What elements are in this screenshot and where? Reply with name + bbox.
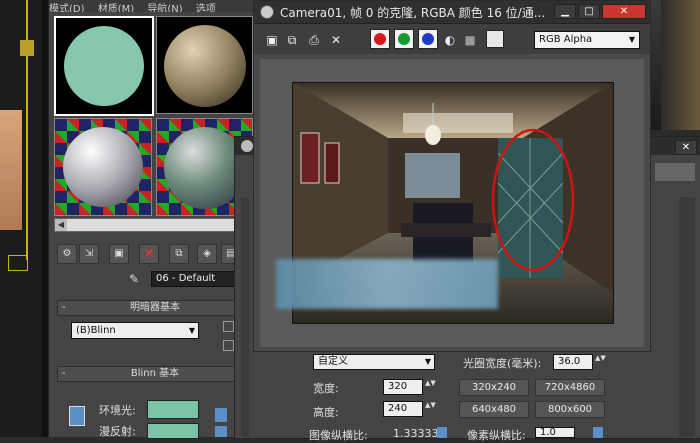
blurred-overlay [276,259,498,309]
channel-display-value: RGB Alpha [539,34,593,45]
menu-item-options[interactable]: 选项 [196,4,216,12]
height-spinner-icon[interactable]: ▲▼ [425,401,436,417]
aspect-lock-icon[interactable] [437,427,447,438]
render-canvas [260,59,644,347]
eyedropper-icon[interactable]: ✎ [129,272,145,286]
preset-640x480-button[interactable]: 640x480 [459,401,529,418]
width-spinner-icon[interactable]: ▲▼ [425,379,436,395]
preset-320x240-button[interactable]: 320x240 [459,379,529,396]
blinn-basic-rollout[interactable]: - Blinn 基本 [57,366,253,382]
blinn-rollout-title: Blinn 基本 [130,368,180,379]
frame-title: Camera01, 帧 0 的克隆, RGBA 颜色 16 位/通... [280,6,546,20]
height-label: 高度: [313,406,339,419]
print-icon[interactable]: ⎙ [306,32,322,48]
selection-box [8,255,28,271]
put-to-scene-icon[interactable]: ⇲ [79,244,99,264]
sphere-preview-grey [63,127,143,207]
chevron-down-icon: ▼ [424,357,431,366]
aperture-spinner-icon[interactable]: ▲▼ [595,354,606,370]
unique-icon[interactable]: ◈ [197,244,217,264]
shader-type-select[interactable]: (B)Blinn ▼ [71,322,199,339]
scroll-left-icon[interactable]: ◀ [55,219,67,231]
output-preset-value: 自定义 [318,356,348,367]
menu-item-mode[interactable]: 模式(D) [49,4,85,12]
preset-720x4860-button[interactable]: 720x4860 [535,379,605,396]
blue-channel-toggle[interactable] [418,29,438,49]
red-channel-toggle[interactable] [370,29,390,49]
maximize-button[interactable]: □ [578,4,600,19]
green-channel-icon [398,33,410,45]
output-size-preset-select[interactable]: 自定义 ▼ [313,354,435,370]
ambient-map-lock-icon[interactable] [215,408,227,422]
get-material-icon[interactable]: ⚙ [57,244,77,264]
sphere-preview-teal [64,26,144,106]
menu-item-material[interactable]: 材质(M) [98,4,134,12]
shader-type-value: (B)Blinn [76,325,116,336]
slot-scrollbar[interactable]: ◀ [54,218,236,232]
left-panel-edge [241,197,249,437]
red-channel-icon [374,33,386,45]
save-icon[interactable]: ▣ [264,32,280,48]
sphere-preview-texture [164,25,246,107]
minimize-button[interactable]: ▁ [554,4,576,19]
material-menu-bar: 模式(D) 材质(M) 导航(N) 选项 [49,0,259,12]
preset-800x600-button[interactable]: 800x600 [535,401,605,418]
ambient-color-swatch[interactable] [147,400,199,419]
diffuse-map-icon[interactable] [215,426,227,437]
assign-material-icon[interactable]: ▣ [109,244,129,264]
yellow-guide-line [26,0,28,260]
material-slot-1[interactable] [54,16,154,116]
desktop-background [651,0,700,130]
frame-titlebar[interactable]: Camera01, 帧 0 的克隆, RGBA 颜色 16 位/通... ▁ □… [254,1,650,24]
viewport-wall [0,110,22,230]
close-button[interactable]: ✕ [602,4,646,19]
chevron-down-icon: ▼ [188,326,195,335]
width-input[interactable]: 320 [383,379,423,395]
close-icon[interactable]: ✕ [675,140,697,155]
green-channel-toggle[interactable] [394,29,414,49]
material-editor: 模式(D) 材质(M) 导航(N) 选项 ◀ ⚙ ⇲ ▣ ✕ ⧉ ◈ ▤ ✎ 0… [48,0,259,439]
background-color-swatch[interactable] [486,30,504,48]
collapse-icon: - [62,302,66,313]
pixel-aspect-input[interactable]: 1.0 [535,427,575,438]
chevron-down-icon: ▼ [628,35,635,44]
image-aspect-label: 图像纵横比: [309,429,368,442]
viewport-left[interactable] [0,0,50,437]
shader-basic-rollout[interactable]: - 明暗器基本 [57,300,253,316]
frame-toolbar: ▣ ⧉ ⎙ ✕ ◐ ■ RGB Alpha ▼ [254,24,650,54]
lock-ambient-diffuse-icon[interactable] [69,406,85,426]
delete-icon[interactable]: ✕ [139,244,159,264]
clear-icon[interactable]: ✕ [328,32,344,48]
material-slot-3[interactable] [54,118,152,216]
app-icon [241,140,253,152]
width-label: 宽度: [313,382,339,395]
make-copy-icon[interactable]: ⧉ [169,244,189,264]
pixel-aspect-lock-icon[interactable] [593,427,603,438]
height-input[interactable]: 240 [383,401,423,417]
dialog-scrollbar[interactable] [679,197,695,437]
desktop-shade [661,0,700,130]
image-aspect-value: 1.33333 [393,427,439,440]
dialog-tab[interactable] [655,163,695,181]
aperture-input[interactable]: 36.0 [553,354,593,370]
collapse-icon: - [62,368,66,379]
aperture-label: 光圈宽度(毫米): [463,357,542,370]
shader-rollout-title: 明暗器基本 [130,302,180,313]
object-marker [20,40,34,56]
monochrome-icon[interactable]: ■ [462,32,478,48]
alpha-channel-icon[interactable]: ◐ [442,32,458,48]
pixel-aspect-label: 像素纵横比: [467,429,526,442]
two-sided-checkbox[interactable] [223,340,234,351]
wire-checkbox[interactable] [223,321,234,332]
ambient-label: 环境光: [99,404,136,417]
copy-icon[interactable]: ⧉ [284,32,300,48]
channel-display-select[interactable]: RGB Alpha ▼ [534,31,640,49]
menu-item-navigation[interactable]: 导航(N) [147,4,182,12]
material-slot-2[interactable] [156,16,253,114]
rendered-frame-window: Camera01, 帧 0 的克隆, RGBA 颜色 16 位/通... ▁ □… [253,0,651,352]
app-icon [260,5,274,19]
blue-channel-icon [422,33,434,45]
